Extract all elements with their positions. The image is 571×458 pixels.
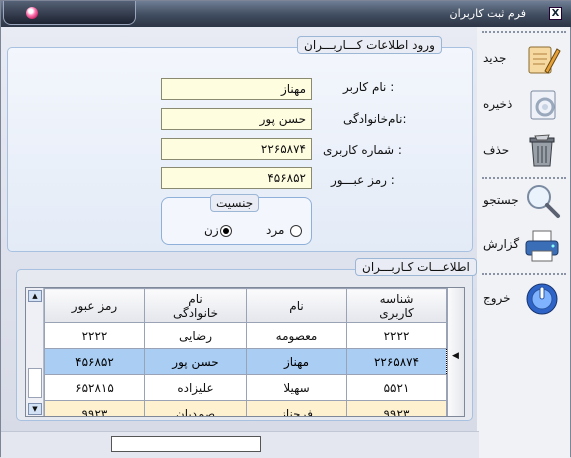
user-entry-legend: ورود اطلاعات کـــاربـــران — [297, 36, 442, 54]
gender-legend: جنسیت — [210, 194, 260, 212]
search-button[interactable]: جستجو — [479, 179, 567, 223]
cell-userid[interactable]: ۵۵۲۱ — [346, 374, 447, 401]
cell-firstname[interactable]: فرحناز — [246, 400, 347, 416]
password-label: رمز عبـــور : — [331, 173, 395, 187]
cell-userid[interactable]: ۲۲۶۵۸۷۴ — [346, 348, 447, 375]
table-row[interactable]: ۲۲۲۲ رضایی معصومه ۲۲۲۲ — [44, 322, 447, 349]
status-field — [111, 436, 261, 452]
app-orb-icon[interactable] — [26, 7, 38, 19]
power-button-icon — [526, 283, 558, 315]
scroll-up-arrow-icon[interactable]: ▲ — [28, 290, 42, 302]
username-field[interactable]: مهناز — [161, 78, 312, 100]
table-row[interactable]: ۶۵۲۸۱۵ علیزاده سهیلا ۵۵۲۱ — [44, 374, 447, 401]
table-row-selected[interactable]: ۴۵۶۸۵۲ حسن پور مهناز ۲۲۶۵۸۷۴ — [44, 348, 447, 375]
printer-icon — [525, 230, 559, 262]
search-label: جستجو — [483, 193, 519, 207]
cell-password[interactable]: ۴۵۶۸۵۲ — [44, 348, 145, 375]
report-button[interactable]: گزارش — [479, 223, 567, 267]
current-row-pointer-icon: ◀ — [452, 351, 459, 361]
cell-userid[interactable]: ۹۹۲۳ — [346, 400, 447, 416]
cell-userid[interactable]: ۲۲۲۲ — [346, 322, 447, 349]
cell-lastname[interactable]: رضایی — [143, 322, 248, 349]
column-header-password[interactable]: رمز عبور — [44, 288, 145, 323]
status-bar — [1, 431, 479, 458]
column-header-lastname[interactable]: نام خانوادگی — [143, 288, 248, 323]
title-bar: فرم ثبت کاربران X — [1, 1, 571, 27]
title-tab — [3, 1, 136, 25]
cell-firstname[interactable]: سهیلا — [246, 374, 347, 401]
gender-group: جنسیت مرد زن — [161, 194, 312, 245]
userid-field[interactable]: ۲۲۶۵۸۷۴ — [161, 138, 312, 160]
report-label: گزارش — [483, 237, 520, 251]
gender-female-label: زن — [204, 223, 219, 237]
cell-password[interactable]: ۹۹۲۳ — [44, 400, 145, 416]
save-button[interactable]: ذخیره — [479, 83, 567, 127]
scroll-thumb[interactable] — [28, 368, 42, 398]
column-header-firstname[interactable]: نام — [246, 288, 347, 323]
gender-male-radio[interactable] — [290, 225, 302, 237]
userid-label: شماره کاربری : — [323, 143, 402, 157]
exit-label: خروج — [483, 291, 511, 305]
save-label: ذخیره — [483, 97, 513, 111]
table-header-row: رمز عبور نام خانوادگی نام شناسه کاربری — [44, 288, 447, 323]
users-grid[interactable]: ▲ ▼ رمز عبور نام خانوادگی نام شناسه کارب… — [25, 287, 465, 417]
table-row[interactable]: ۹۹۲۳ صمدیان فرحناز ۹۹۲۳ — [44, 400, 447, 416]
scroll-down-arrow-icon[interactable]: ▼ — [28, 403, 42, 415]
row-selector-column: ◀ — [447, 288, 464, 416]
cell-lastname[interactable]: صمدیان — [143, 400, 248, 416]
username-label: نام کاربر : — [343, 80, 395, 94]
cell-password[interactable]: ۲۲۲۲ — [44, 322, 145, 349]
gender-female-radio[interactable] — [220, 225, 232, 237]
exit-button[interactable]: خروج — [479, 277, 567, 321]
action-toolbar: جدید ذخیره حذف جستجو گزارش خروج — [477, 27, 570, 458]
cell-firstname[interactable]: معصومه — [246, 322, 347, 349]
window-title: فرم ثبت کاربران — [449, 7, 526, 20]
users-info-legend: اطلاعـــات کـاربـــران — [355, 258, 477, 276]
cell-lastname[interactable]: حسن پور — [143, 348, 248, 375]
gender-male-label: مرد — [266, 223, 285, 237]
delete-label: حذف — [483, 143, 510, 157]
delete-button[interactable]: حذف — [479, 129, 567, 173]
cell-password[interactable]: ۶۵۲۸۱۵ — [44, 374, 145, 401]
notepad-pencil-icon — [528, 46, 561, 74]
new-label: جدید — [483, 51, 507, 65]
cell-lastname[interactable]: علیزاده — [143, 374, 248, 401]
user-registration-window: فرم ثبت کاربران X جدید ذخیره حذف جستجو گ… — [0, 0, 571, 458]
users-table: رمز عبور نام خانوادگی نام شناسه کاربری ۲… — [44, 288, 447, 416]
trash-bin-icon — [529, 134, 555, 167]
lastname-field[interactable]: حسن پور — [161, 108, 312, 130]
column-header-userid[interactable]: شناسه کاربری — [346, 288, 447, 323]
cell-firstname[interactable]: مهناز — [246, 348, 347, 375]
close-button[interactable]: X — [549, 7, 562, 20]
toolbar-divider — [482, 273, 566, 275]
new-button[interactable]: جدید — [479, 37, 567, 81]
password-field[interactable]: ۴۵۶۸۵۲ — [161, 167, 312, 189]
magnifier-icon — [527, 185, 560, 218]
toolbar-divider — [482, 31, 566, 33]
lastname-label: نام‌خانوادگی: — [343, 112, 407, 126]
grid-scrollbar[interactable]: ▲ ▼ — [26, 288, 44, 416]
save-document-icon — [530, 90, 556, 120]
